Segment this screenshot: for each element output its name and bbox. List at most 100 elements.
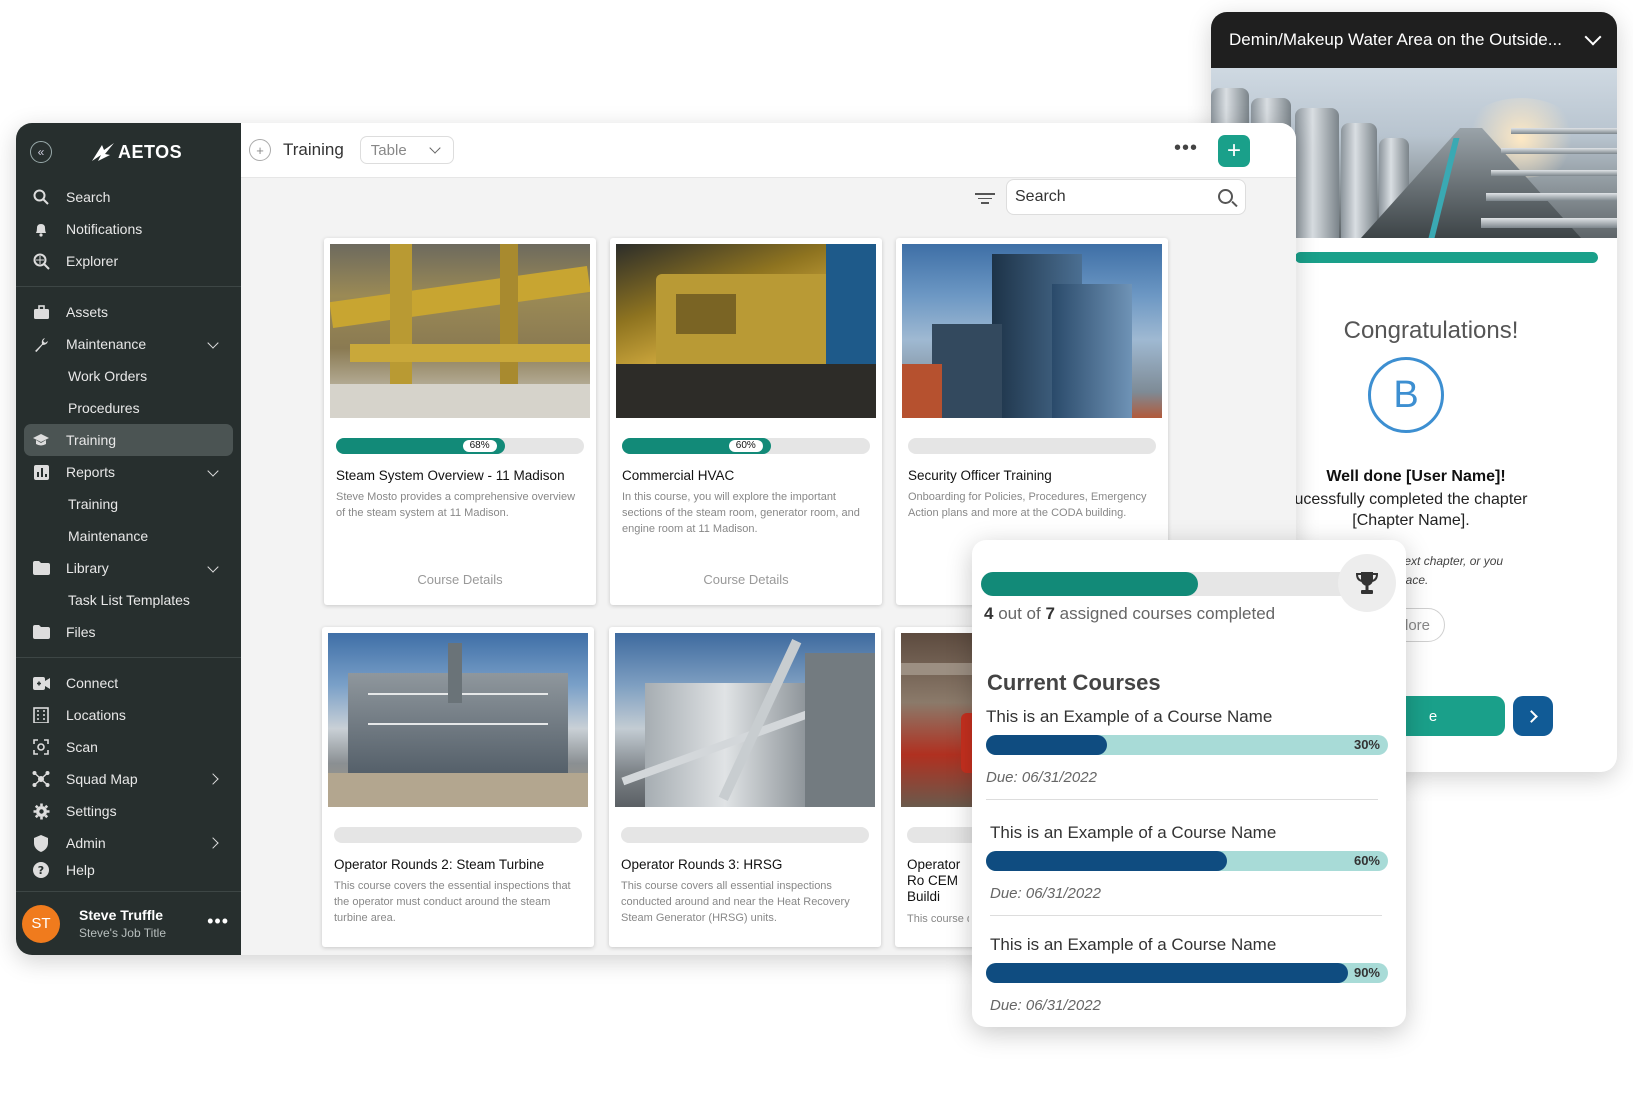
sidebar-item-assets[interactable]: Assets [16, 296, 241, 328]
sidebar-item-connect[interactable]: Connect [16, 667, 241, 699]
sidebar-item-help[interactable]: ? Help [16, 859, 241, 881]
trophy-icon [1338, 554, 1396, 612]
collapse-sidebar-button[interactable]: « [30, 141, 52, 163]
sidebar-item-notifications[interactable]: Notifications [16, 213, 241, 245]
sidebar-item-label: Maintenance [68, 528, 149, 544]
sidebar-divider [16, 286, 241, 287]
brand-name: AETOS [118, 141, 183, 162]
course-progress-label: 60% [728, 440, 763, 452]
sidebar-item-locations[interactable]: Locations [16, 699, 241, 731]
search-input[interactable]: Search [1006, 179, 1246, 215]
chapter-progress-bar [1295, 252, 1598, 263]
sidebar-item-search[interactable]: Search [16, 181, 241, 213]
course-description: In this course, you will explore the imp… [622, 491, 860, 535]
course-progress-bar: 60% [622, 438, 870, 454]
current-course-progress-label: 60% [1353, 853, 1380, 868]
course-progress-panel: 4 out of 7 assigned courses completed Cu… [972, 540, 1406, 1027]
user-profile[interactable]: ST Steve Truffle Steve's Job Title ••• [16, 891, 241, 955]
user-name: Steve Truffle [79, 907, 164, 923]
sidebar-item-label: Work Orders [68, 368, 148, 384]
sidebar-item-work-orders[interactable]: Work Orders [16, 360, 241, 392]
course-details-link[interactable]: Course Details [324, 572, 596, 587]
sidebar-item-label: Training [68, 496, 119, 512]
building-icon [32, 706, 50, 724]
sidebar-item-task-list-templates[interactable]: Task List Templates [16, 584, 241, 616]
course-image [616, 244, 876, 418]
course-progress-label: 68% [462, 440, 497, 452]
course-title: Security Officer Training [908, 468, 1052, 483]
current-course-progress-bar: 60% [986, 851, 1388, 871]
course-description: Steve Mosto provides a comprehensive ove… [336, 491, 576, 519]
user-job-title: Steve's Job Title [79, 926, 166, 940]
sidebar-item-settings[interactable]: Settings [16, 795, 241, 827]
sidebar-item-files[interactable]: Files [16, 616, 241, 648]
composite-stage: Demin/Makeup Water Area on the Outside..… [0, 0, 1633, 1103]
sidebar-item-library[interactable]: Library [16, 552, 241, 584]
course-image [615, 633, 875, 807]
location-select[interactable]: Demin/Makeup Water Area on the Outside..… [1211, 12, 1617, 68]
sidebar-item-label: Locations [66, 707, 126, 723]
next-chapter-button[interactable] [1513, 696, 1553, 736]
chevron-right-icon [207, 837, 219, 849]
assigned-courses-progress-bar [981, 572, 1361, 596]
sidebar-item-training[interactable]: Training [24, 424, 233, 456]
filter-icon[interactable] [975, 190, 995, 206]
divider [990, 915, 1382, 916]
sidebar-item-reports-maintenance[interactable]: Maintenance [16, 520, 241, 552]
sidebar-item-explorer[interactable]: Explorer [16, 245, 241, 277]
summary-end: assigned courses completed [1054, 604, 1276, 623]
sidebar-item-scan[interactable]: Scan [16, 731, 241, 763]
sidebar-item-admin[interactable]: Admin [16, 827, 241, 859]
sidebar-item-label: Help [66, 862, 95, 878]
wrench-icon [32, 335, 50, 353]
current-course-name: This is an Example of a Course Name [986, 707, 1273, 726]
aetos-logo-icon [92, 143, 114, 161]
sidebar-item-label: Notifications [66, 221, 143, 237]
view-select[interactable]: Table [359, 136, 454, 164]
search-icon [1218, 189, 1233, 204]
course-image [902, 244, 1162, 418]
avatar: ST [22, 904, 60, 943]
current-course-item[interactable]: This is an Example of a Course Name 30% … [986, 707, 1390, 800]
sidebar-item-maintenance[interactable]: Maintenance [16, 328, 241, 360]
current-course-progress-bar: 30% [986, 735, 1388, 755]
sidebar-item-reports-training[interactable]: Training [16, 488, 241, 520]
sidebar-item-label: Settings [66, 803, 117, 819]
sidebar-nav: Search Notifications Explorer Assets Mai… [16, 181, 241, 881]
location-select-value: Demin/Makeup Water Area on the Outside..… [1229, 30, 1562, 49]
chevron-down-icon [207, 561, 219, 573]
sidebar-item-procedures[interactable]: Procedures [16, 392, 241, 424]
more-options-icon[interactable]: ••• [1174, 137, 1198, 160]
sidebar-item-label: Training [66, 432, 117, 448]
current-course-name: This is an Example of a Course Name [990, 823, 1277, 842]
add-view-icon[interactable]: + [249, 139, 271, 161]
sidebar-divider [16, 657, 241, 658]
sidebar-item-squad-map[interactable]: Squad Map [16, 763, 241, 795]
chevron-right-icon [1525, 709, 1538, 723]
sidebar-item-reports[interactable]: Reports [16, 456, 241, 488]
current-course-item[interactable]: This is an Example of a Course Name 90% … [986, 935, 1394, 1014]
explorer-icon [32, 252, 50, 270]
sidebar-item-label: Explorer [66, 253, 119, 269]
sidebar-item-label: Search [66, 189, 111, 205]
course-details-link[interactable]: Course Details [610, 572, 882, 587]
search-icon [32, 188, 50, 206]
achievement-badge-icon: B [1368, 357, 1444, 433]
sidebar-item-label: Scan [66, 739, 98, 755]
more-options-icon[interactable]: ••• [207, 912, 229, 930]
course-title: Commercial HVAC [622, 468, 735, 483]
video-icon [32, 674, 50, 692]
sidebar-item-label: Assets [66, 304, 109, 320]
next-note-line-1: he next chapter, or you [1381, 554, 1504, 568]
course-card[interactable]: 68% Steam System Overview - 11 Madison S… [324, 238, 596, 605]
graduation-cap-icon [32, 431, 50, 449]
chevron-right-icon [207, 773, 219, 785]
current-course-due-date: Due: 06/31/2022 [990, 997, 1101, 1014]
divider [986, 799, 1378, 800]
course-card[interactable]: 60% Commercial HVAC In this course, you … [610, 238, 882, 605]
course-card[interactable]: Operator Rounds 3: HRSG This course cove… [609, 627, 881, 947]
sidebar-item-label: Connect [66, 675, 119, 691]
course-card[interactable]: Operator Rounds 2: Steam Turbine This co… [322, 627, 594, 947]
add-course-button[interactable]: + [1218, 135, 1250, 167]
current-course-item[interactable]: This is an Example of a Course Name 60% … [986, 823, 1394, 916]
